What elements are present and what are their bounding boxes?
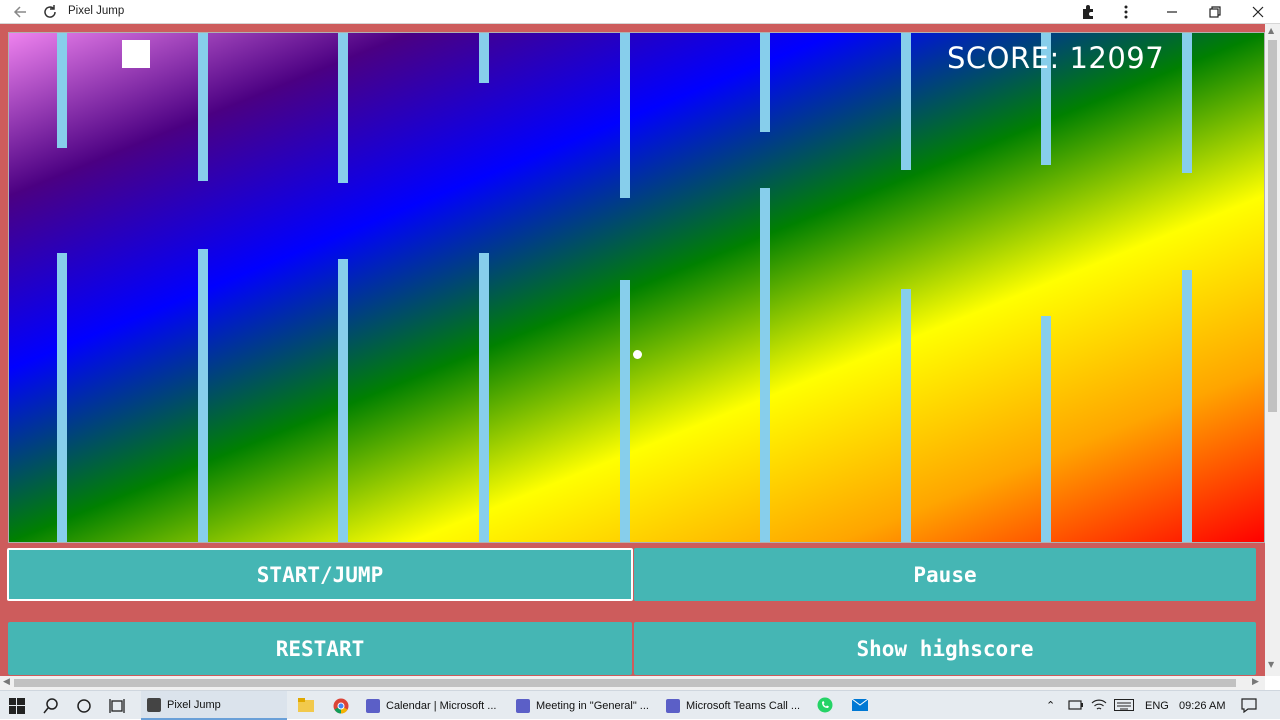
pillar-bottom [479,253,489,542]
pellet-dot [633,350,642,359]
extensions-puzzle-icon[interactable] [1079,3,1097,21]
taskbar: Pixel Jump Calendar | Microsoft ... Meet… [0,690,1280,720]
task-view-icon[interactable] [109,698,125,714]
mail-icon[interactable] [852,699,868,711]
taskbar-item-pixel-jump[interactable]: Pixel Jump [141,691,287,720]
page-background: SCORE: 12097 START/JUMP Pause RESTART Sh… [0,24,1265,676]
language-indicator[interactable]: ENG [1145,691,1169,720]
wifi-icon[interactable] [1091,698,1107,712]
battery-icon[interactable] [1068,699,1084,711]
pillar-top [57,33,67,148]
pause-button[interactable]: Pause [634,548,1256,601]
pillar-bottom [760,188,770,542]
restore-icon[interactable] [1206,3,1224,21]
start-jump-button[interactable]: START/JUMP [7,548,633,601]
taskbar-item-teams-call[interactable]: Microsoft Teams Call ... [662,691,808,720]
teams-icon [366,698,380,713]
notification-icon[interactable] [1241,698,1257,713]
pillar-bottom [620,280,630,542]
horizontal-scrollbar[interactable]: ◀ ▶ [0,676,1265,690]
score-display: SCORE: 12097 [947,41,1165,75]
vertical-scroll-thumb[interactable] [1268,40,1277,412]
window-title: Pixel Jump [68,5,125,17]
pillar-bottom [198,249,208,542]
close-icon[interactable] [1249,3,1267,21]
teams-icon [516,698,530,713]
app-title-bar: Pixel Jump [0,0,1280,24]
taskbar-item-label: Microsoft Teams Call ... [686,699,801,712]
pillar-top [760,33,770,132]
minimize-icon[interactable] [1163,3,1181,21]
pillar-bottom [1182,270,1192,542]
pillar-bottom [1041,316,1051,542]
chrome-icon[interactable] [333,698,349,714]
page-icon [147,697,161,712]
player-square [122,40,150,68]
windows-start-icon[interactable] [9,698,25,714]
teams-icon [666,698,680,713]
taskbar-item-label: Calendar | Microsoft ... [386,699,497,712]
file-explorer-icon[interactable] [298,698,314,712]
whatsapp-icon[interactable] [817,697,833,713]
reload-icon[interactable] [41,3,59,21]
pillar-top [901,33,911,170]
taskbar-item-label: Pixel Jump [167,698,221,711]
scroll-up-icon[interactable]: ▲ [1268,26,1274,35]
pillar-bottom [57,253,67,542]
show-hidden-icons-chevron-icon[interactable]: ⌃ [1046,691,1055,720]
scroll-right-icon[interactable]: ▶ [1252,677,1259,687]
restart-button[interactable]: RESTART [8,622,632,675]
pillar-bottom [338,259,348,542]
show-highscore-button[interactable]: Show highscore [634,622,1256,675]
cortana-circle-icon[interactable] [76,698,92,714]
game-canvas[interactable]: SCORE: 12097 [8,32,1265,543]
more-menu-icon[interactable] [1117,3,1135,21]
scroll-left-icon[interactable]: ◀ [3,677,10,687]
pillar-top [198,33,208,181]
taskbar-item-calendar[interactable]: Calendar | Microsoft ... [362,691,508,720]
pillar-top [620,33,630,198]
search-icon[interactable] [43,698,59,714]
horizontal-scroll-thumb[interactable] [14,679,1236,687]
clock-time[interactable]: 09:26 AM [1179,691,1225,720]
pillar-bottom [901,289,911,542]
back-arrow-icon[interactable] [12,3,30,21]
pillar-top [1182,33,1192,173]
pillar-top [479,33,489,83]
pillar-top [338,33,348,183]
taskbar-item-label: Meeting in "General" ... [536,699,649,712]
vertical-scrollbar[interactable]: ▲ ▼ [1265,24,1280,676]
taskbar-item-meeting[interactable]: Meeting in "General" ... [512,691,658,720]
scroll-down-icon[interactable]: ▼ [1268,660,1274,669]
keyboard-icon[interactable] [1114,699,1134,711]
